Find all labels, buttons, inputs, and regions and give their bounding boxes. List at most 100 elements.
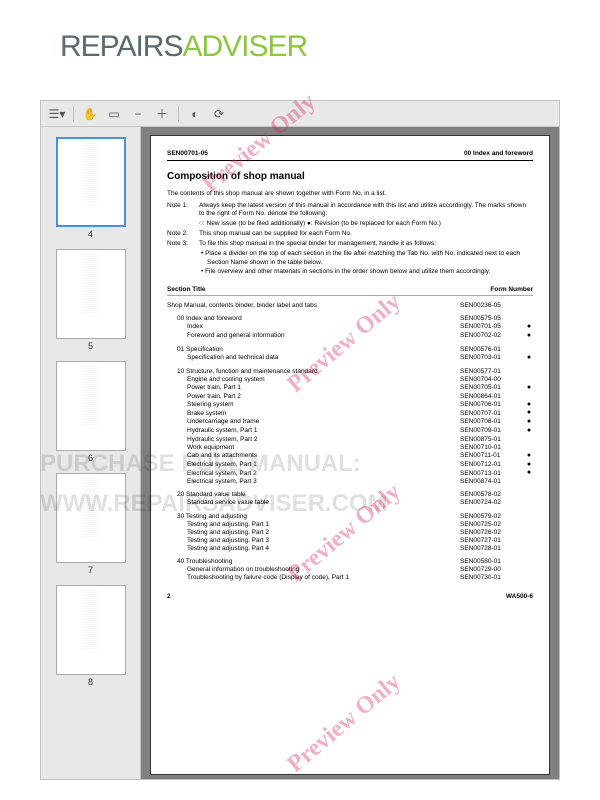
thumbnail[interactable]: ————————————————————————————————————————… <box>41 249 140 351</box>
section-title: Power train, Part 2 <box>187 393 460 401</box>
form-number: SEN00864-01 <box>460 393 525 401</box>
thumbnail[interactable]: ————————————————————————————————————————… <box>41 361 140 463</box>
form-number: SEN00575-05 <box>460 315 525 323</box>
section-row: Standard service value tableSEN00724-02 <box>167 499 533 507</box>
section-row: General information on troubleshootingSE… <box>167 566 533 574</box>
section-row: 20 Standard value tableSEN00578-02 <box>167 491 533 499</box>
revision-dot: ● <box>525 323 533 332</box>
section-title: Testing and adjusting, Part 1 <box>187 521 460 529</box>
form-number: SEN00703-01 <box>460 354 525 362</box>
revision-dot: ● <box>525 401 533 410</box>
form-number: SEN00710-01 <box>460 444 525 452</box>
section-title: 10 Structure, function and maintenance s… <box>177 368 460 376</box>
pdf-viewer: ☰▾ ✋ ▭ − ＋ ◐ ⟳ —————————————————————————… <box>40 100 560 780</box>
revision-dot: ● <box>525 469 533 478</box>
form-number: SEN00578-02 <box>460 491 525 499</box>
section-row: Testing and adjusting, Part 2SEN00726-02 <box>167 529 533 537</box>
section-row: 10 Structure, function and maintenance s… <box>167 368 533 376</box>
revision-dot: ● <box>525 461 533 470</box>
section-row: 30 Testing and adjustingSEN00579-02 <box>167 513 533 521</box>
section-row: Hydraulic system, Part 2SEN00875-01 <box>167 436 533 444</box>
hand-icon[interactable]: ✋ <box>82 106 98 122</box>
thumbnail-image: ————————————————————————————————————————… <box>56 361 126 451</box>
section-row: 00 Index and forewordSEN00575-05 <box>167 315 533 323</box>
section-title: Foreword and general information <box>187 332 460 340</box>
page-icon[interactable]: ▭ <box>106 106 122 122</box>
form-number: SEN00577-01 <box>460 368 525 376</box>
note-bullet: • File overview and other materials in s… <box>167 268 533 276</box>
form-number: SEN00701-05 <box>460 323 525 331</box>
form-number: SEN00580-01 <box>460 558 525 566</box>
section-title: Standard service value table <box>187 499 460 507</box>
section-row: Electrical system, Part 1SEN00712-01● <box>167 461 533 470</box>
page-area[interactable]: SEN00701-05 00 Index and foreword Compos… <box>141 127 559 779</box>
contrast-icon[interactable]: ◐ <box>187 106 203 122</box>
section-title: Power train, Part 1 <box>187 384 460 392</box>
section-title: Testing and adjusting, Part 4 <box>187 545 460 553</box>
revision-dot: ● <box>525 418 533 427</box>
thumbnail[interactable]: ————————————————————————————————————————… <box>41 473 140 575</box>
form-number: SEN00727-01 <box>460 537 525 545</box>
thumbnail-number: 6 <box>41 453 140 463</box>
viewer-body: ————————————————————————————————————————… <box>41 127 559 779</box>
viewer-toolbar: ☰▾ ✋ ▭ − ＋ ◐ ⟳ <box>41 101 559 127</box>
page-number: 2 <box>167 593 171 601</box>
revision-dot: ● <box>525 354 533 363</box>
form-number: SEN00236-05 <box>460 302 525 310</box>
thumbnail-number: 5 <box>41 341 140 351</box>
section-title: Index <box>187 323 460 331</box>
section-row: Shop Manual, contents binder, binder lab… <box>167 302 533 310</box>
section-row: Cab and its attachmentsSEN00711-01● <box>167 452 533 461</box>
model-code: WA500-6 <box>506 593 533 601</box>
form-number: SEN00729-00 <box>460 566 525 574</box>
logo-part2: ADVISER <box>182 30 307 63</box>
form-number: SEN00875-01 <box>460 436 525 444</box>
section-title: Brake system <box>187 410 460 418</box>
revision-dot: ● <box>525 332 533 341</box>
doc-section: 00 Index and foreword <box>464 150 533 158</box>
section-title: Steering system <box>187 401 460 409</box>
sidebar-icon[interactable]: ☰▾ <box>49 106 65 122</box>
thumbnail-number: 7 <box>41 565 140 575</box>
doc-title: Composition of shop manual <box>167 171 533 184</box>
col-title: Section Title <box>167 286 206 294</box>
section-title: Troubleshooting by failure code (Display… <box>187 574 460 582</box>
note-bullet: • Place a divider on the top of each sec… <box>167 250 533 266</box>
thumbnail-panel[interactable]: ————————————————————————————————————————… <box>41 127 141 779</box>
thumbnail[interactable]: ————————————————————————————————————————… <box>41 585 140 687</box>
section-row: Hydraulic system, Part 1SEN00709-01● <box>167 427 533 436</box>
separator <box>73 106 74 122</box>
section-title: 40 Troubleshooting <box>177 558 460 566</box>
form-number: SEN00705-01 <box>460 384 525 392</box>
document-page: SEN00701-05 00 Index and foreword Compos… <box>150 135 550 775</box>
form-number: SEN00726-02 <box>460 529 525 537</box>
zoom-out-icon[interactable]: − <box>130 106 146 122</box>
section-title: Electrical system, Part 1 <box>187 461 460 469</box>
section-row: Electrical system, Part 2SEN00713-01● <box>167 469 533 478</box>
section-title: 00 Index and foreword <box>177 315 460 323</box>
form-number: SEN00712-01 <box>460 461 525 469</box>
section-title: Undercarriage and frame <box>187 418 460 426</box>
section-title: Engine and cooling system <box>187 376 460 384</box>
section-row: Power train, Part 1SEN00705-01● <box>167 384 533 393</box>
form-number: SEN00576-01 <box>460 346 525 354</box>
section-title: Shop Manual, contents binder, binder lab… <box>167 302 460 310</box>
section-row: Foreword and general informationSEN00702… <box>167 332 533 341</box>
thumbnail-number: 8 <box>41 677 140 687</box>
section-row: 40 TroubleshootingSEN00580-01 <box>167 558 533 566</box>
doc-header: SEN00701-05 00 Index and foreword <box>167 150 533 161</box>
section-title: Hydraulic system, Part 1 <box>187 427 460 435</box>
note-text: Always keep the latest version of this m… <box>199 202 533 218</box>
note-sub: ○: New issue (to be filed additionally) … <box>167 220 533 228</box>
rotate-icon[interactable]: ⟳ <box>211 106 227 122</box>
form-number: SEN00708-01 <box>460 418 525 426</box>
form-number: SEN00713-01 <box>460 470 525 478</box>
section-title: Specification and technical data <box>187 354 460 362</box>
doc-intro: The contents of this shop manual are sho… <box>167 190 533 198</box>
section-row: Undercarriage and frameSEN00708-01● <box>167 418 533 427</box>
thumbnail[interactable]: ————————————————————————————————————————… <box>41 137 140 239</box>
thumbnail-image: ————————————————————————————————————————… <box>56 137 126 227</box>
zoom-in-icon[interactable]: ＋ <box>154 106 170 122</box>
section-title: 20 Standard value table <box>177 491 460 499</box>
col-form: Form Number <box>490 286 533 294</box>
